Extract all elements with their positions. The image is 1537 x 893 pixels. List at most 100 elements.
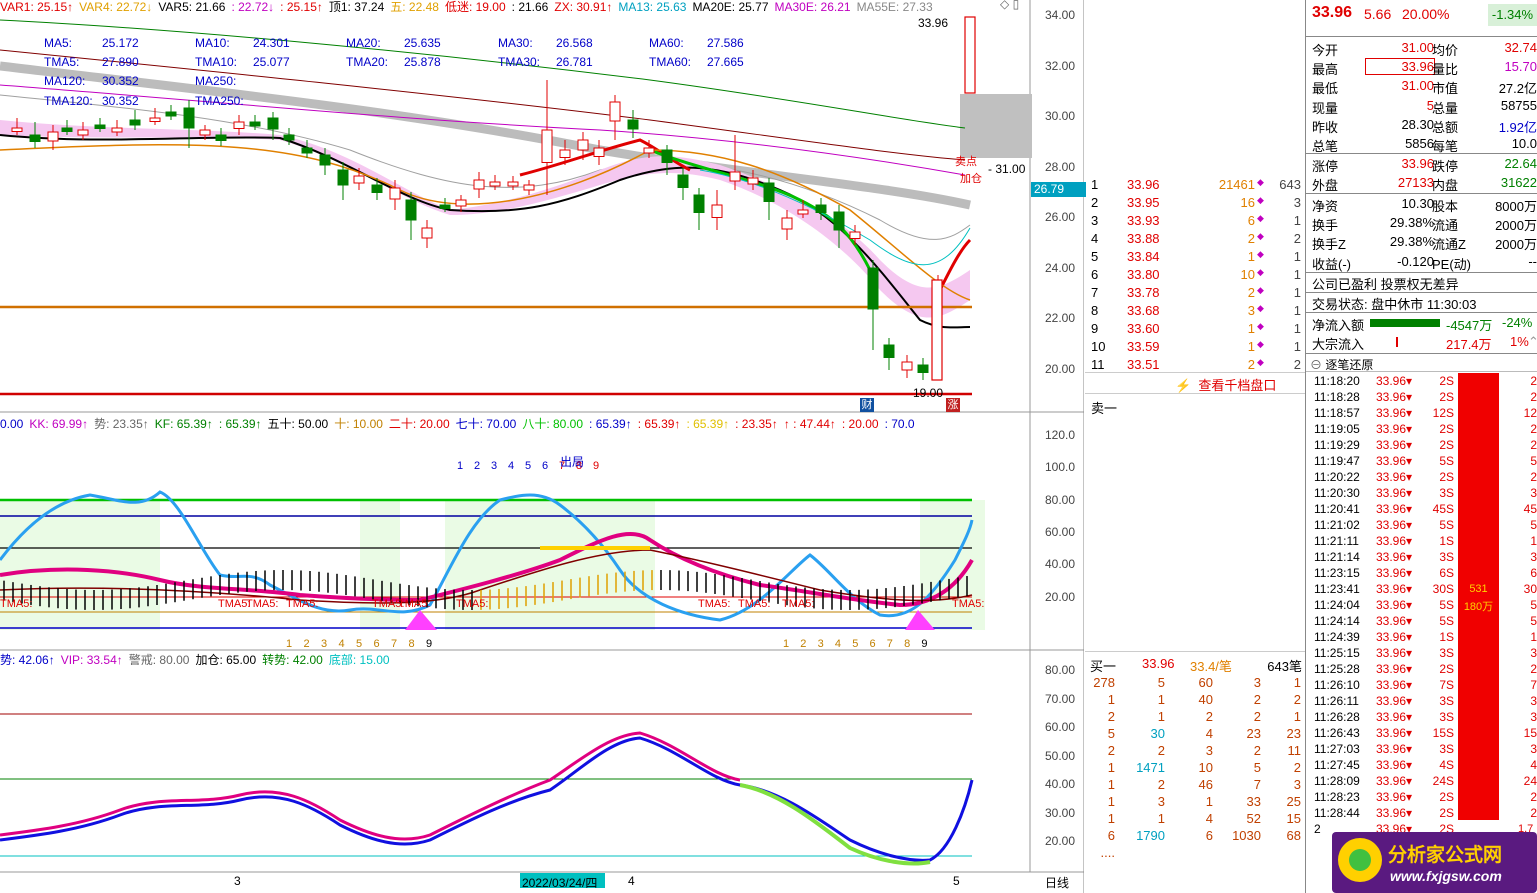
tick-time: 11:20:30 [1314,486,1360,500]
tick-extra: 5 [1530,614,1537,628]
up-arrow-icon[interactable]: ⌃ [1528,334,1537,350]
ind1-top-number: 2 [474,460,481,472]
low-price-label: 19.00 [913,386,944,400]
ind1-tick: 60.00 [1045,524,1076,539]
ma-value: 26.568 [556,36,593,50]
ask-count: 1 [1293,249,1301,264]
queue-cell: 1790 [1136,828,1165,843]
candle [149,117,161,122]
ask-dot-icon: ◆ [1257,249,1264,259]
queue-cell: 2 [1253,743,1261,758]
ask-price: 33.93 [1127,213,1160,228]
queue-cell: 11 [1287,743,1302,758]
ind1-top-number: 5 [525,460,532,472]
ask-count: 1 [1293,285,1301,300]
candle [747,177,759,185]
limit-up-marker[interactable]: 涨 [946,398,960,412]
net-inflow-row: 净流入额 -4547万 -24% [1312,315,1533,333]
quote-label: 总量 [1432,100,1459,116]
ind1-bottom-number: 8 [408,638,415,650]
flower-logo-icon [1338,838,1382,882]
tma-label: TMA5: [952,598,985,610]
indicator-value: MA55E: 27.33 [856,0,933,12]
candle [763,182,775,202]
tick-extra: 2 [1530,422,1537,436]
queue-cell: 1 [1157,709,1165,724]
ask-dot-icon: ◆ [1257,303,1264,313]
price-tick: 20.00 [1045,361,1076,376]
indicator-value: : 65.39↑ [589,417,632,429]
side-pct-badge: -1.34% [1488,4,1537,26]
queue-cell: 1 [1293,675,1301,690]
current-line-label: - 31.00 [988,162,1026,176]
tick-price: 33.96▾ [1376,438,1413,452]
tick-price: 33.96▾ [1376,774,1413,788]
tick-time: 11:25:15 [1314,646,1360,660]
candle [371,184,383,193]
tick-volume: 15S [1432,726,1454,740]
tick-price: 33.96▾ [1376,662,1413,676]
header-diamond-icon[interactable]: ◇ ▯ [1000,0,1019,11]
kline-chart-canvas[interactable] [0,0,1084,893]
queue-cell: 23 [1246,726,1261,741]
collapse-icon[interactable]: ⊖ [1310,358,1322,372]
ind1-bottom-number: 5 [852,638,859,650]
tick-extra: 7 [1530,678,1537,692]
candle [233,121,245,129]
queue-cell: 5 [1157,675,1165,690]
queue-cell: 2 [1107,709,1115,724]
queue-cell: 1 [1293,709,1301,724]
indicator-value: 五十: 50.00 [267,417,329,429]
tick-extra: 45 [1523,502,1537,516]
chart-area[interactable]: VAR1: 25.15↑ VAR4: 22.72↓ VAR5: 21.66: 22.… [0,0,1086,893]
tick-time: 11:21:11 [1314,534,1359,548]
ind2-tick: 30.00 [1045,805,1076,820]
quote-label: 均价 [1432,43,1459,58]
queue-cell: 25 [1286,794,1301,809]
tick-time: 11:21:02 [1314,518,1360,532]
quote-value: 31.00 [1401,78,1434,94]
quote-label: 内盘 [1432,178,1459,193]
quote-value: 33.96 [1401,156,1434,171]
quote-value: 58755 [1500,97,1537,113]
price-tick: 24.00 [1045,260,1076,275]
tick-time: 11:18:20 [1314,374,1360,388]
thousand-book-link[interactable]: ⚡ 查看千档盘口 [1175,375,1276,394]
queue-cell: 1 [1107,794,1115,809]
quote-label: 换手 [1312,218,1339,234]
finance-marker[interactable]: 财 [860,398,874,412]
period-selector[interactable]: 日线 [1045,874,1069,891]
candle [353,175,365,184]
queue-cell: 2 [1293,692,1301,707]
candle [833,211,845,231]
candle [249,121,261,127]
tick-volume: 3S [1439,486,1454,500]
candle [267,117,279,130]
queue-cell: 5 [1107,726,1115,741]
tick-price: 33.96▾ [1376,806,1413,820]
queue-cell: 5 [1253,760,1261,775]
quote-label: 换手Z [1312,237,1346,253]
queue-cell: 1 [1107,692,1115,707]
price-change: 5.66 [1364,6,1392,22]
ma-value: 25.878 [404,55,441,69]
tick-price: 33.96▾ [1376,454,1413,468]
sell-point-tag: 卖点 [955,156,977,168]
tick-time: 11:20:41 [1314,502,1360,516]
indicator-value: 五: 22.48 [390,0,439,12]
indicator2-header: 势: 42.06↑ VIP: 33.54↑ 警戒: 80.00 加仓: 65.00 转势… [0,651,1030,665]
tick-price: 33.96▾ [1376,694,1413,708]
price-tick: 22.00 [1045,311,1076,325]
ma-label: TMA5: [44,55,80,69]
queue-cell: 3 [1253,675,1261,690]
candle [215,134,227,141]
queue-cell: 7 [1253,777,1261,792]
candle [405,199,417,221]
tick-time: 11:26:43 [1314,726,1360,740]
ask-level: 4 [1091,231,1099,246]
tick-price: 33.96▾ [1376,422,1413,436]
quote-value: -- [1528,253,1537,269]
queue-cell: 2 [1157,743,1165,758]
candle [473,179,485,190]
ind1-tick: 40.00 [1045,557,1076,572]
